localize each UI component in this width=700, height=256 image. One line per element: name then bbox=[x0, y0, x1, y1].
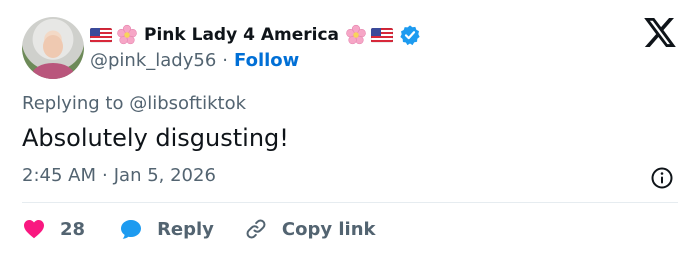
tweet-text: Absolutely disgusting! bbox=[22, 124, 289, 152]
like-button[interactable]: 28 bbox=[22, 217, 85, 241]
avatar-face bbox=[43, 35, 63, 58]
x-logo-icon[interactable] bbox=[644, 18, 676, 47]
avatar[interactable] bbox=[22, 17, 84, 79]
reply-label: Reply bbox=[157, 218, 214, 240]
author-handle[interactable]: @pink_lady56 bbox=[90, 50, 216, 71]
divider bbox=[22, 202, 678, 203]
copy-link-button[interactable]: Copy link bbox=[244, 217, 376, 241]
verified-badge-icon[interactable] bbox=[399, 24, 421, 46]
replying-to-text: Replying to @libsoftiktok bbox=[22, 93, 247, 114]
tweet-date: Jan 5, 2026 bbox=[113, 165, 216, 186]
action-bar: 28 Reply Copy link bbox=[22, 214, 376, 244]
avatar-shirt bbox=[32, 63, 74, 79]
heart-icon bbox=[24, 220, 44, 239]
like-count: 28 bbox=[60, 218, 86, 240]
tweet-timestamp[interactable]: 2:45 AM · Jan 5, 2026 bbox=[22, 165, 216, 186]
author-display-name[interactable]: Pink Lady 4 America bbox=[144, 25, 339, 45]
us-flag-icon bbox=[371, 27, 393, 43]
handle-separator: · bbox=[222, 49, 229, 71]
copy-link-label: Copy link bbox=[281, 218, 376, 240]
timestamp-separator: · bbox=[102, 165, 108, 186]
speech-bubble-icon bbox=[121, 220, 142, 239]
link-icon bbox=[246, 219, 266, 239]
tweet-card: Pink Lady 4 America @pink_lady56 · Follo… bbox=[0, 0, 700, 256]
author-name-row[interactable]: Pink Lady 4 America bbox=[90, 22, 421, 48]
cherry-blossom-icon bbox=[117, 24, 137, 45]
cherry-blossom-icon bbox=[346, 24, 366, 45]
tweet-time: 2:45 AM bbox=[22, 165, 96, 186]
follow-button[interactable]: Follow bbox=[234, 50, 299, 71]
reply-button[interactable]: Reply bbox=[119, 217, 214, 241]
us-flag-icon bbox=[90, 27, 112, 43]
info-icon[interactable] bbox=[650, 166, 674, 190]
author-handle-row: @pink_lady56 · Follow bbox=[90, 48, 299, 72]
